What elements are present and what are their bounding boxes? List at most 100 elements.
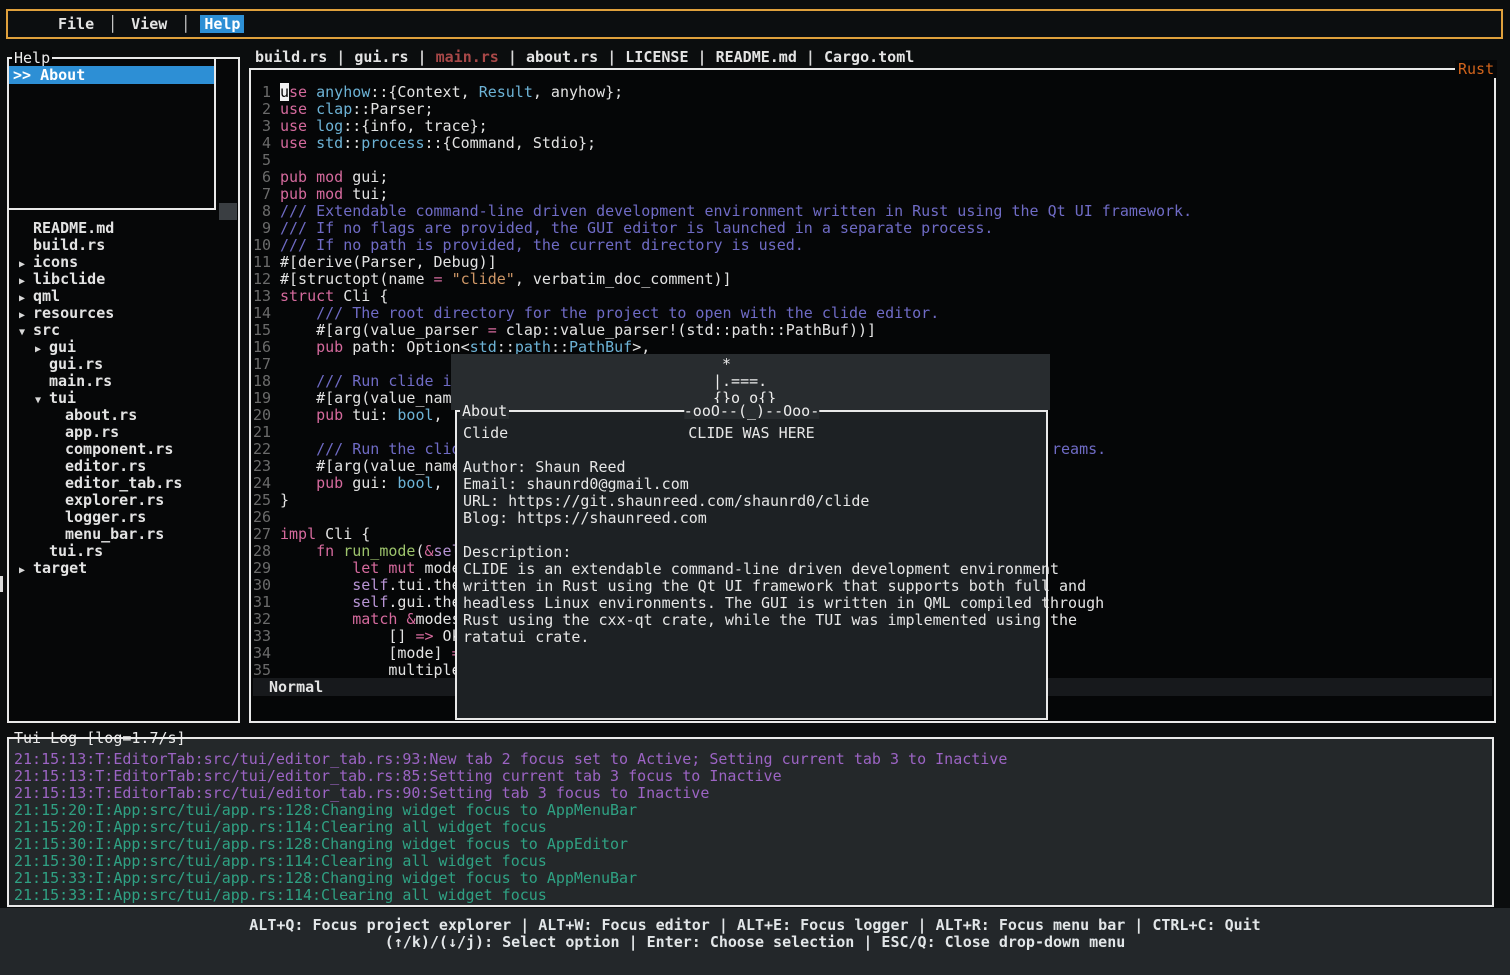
line-number: 1: [253, 84, 271, 101]
log-entry: 21:15:20:I:App:src/tui/app.rs:114:Cleari…: [14, 819, 1492, 836]
code-segment: ::{info, trace};: [343, 117, 488, 135]
tab-cargo-toml[interactable]: Cargo.toml: [824, 48, 914, 66]
tree-item-gui-rs[interactable]: gui.rs: [9, 356, 238, 373]
tree-item-label: libclide: [33, 270, 105, 288]
tree-item-editor-rs[interactable]: editor.rs: [9, 458, 238, 475]
tree-item-qml[interactable]: ▶qml: [9, 288, 238, 305]
popup-row: Description:: [463, 544, 1046, 561]
line-number: 9: [253, 220, 271, 237]
tree-item-readme-md[interactable]: README.md: [9, 220, 238, 237]
tab-separator: |: [409, 48, 436, 66]
code-line: 2use clap::Parser;: [253, 101, 1192, 118]
tab-readme-md[interactable]: README.md: [716, 48, 797, 66]
code-segment: bool: [397, 474, 433, 492]
ascii-owl-art: * |.===. {}o o{}: [713, 356, 776, 407]
code-segment: =: [488, 321, 497, 339]
file-tree: README.md build.rs▶icons▶libclide▶qml▶re…: [9, 220, 238, 577]
code-segment: [280, 610, 352, 628]
help-panel-title: Help: [12, 50, 52, 66]
tree-item-component-rs[interactable]: component.rs: [9, 441, 238, 458]
menu-item-help[interactable]: Help: [200, 15, 244, 33]
tree-scrollbar-thumb[interactable]: [0, 576, 3, 592]
line-number: 23: [253, 458, 271, 475]
tree-item-explorer-rs[interactable]: explorer.rs: [9, 492, 238, 509]
tab-separator: |: [327, 48, 354, 66]
tree-item-tui-rs[interactable]: tui.rs: [9, 543, 238, 560]
code-segment: [280, 440, 316, 458]
code-line: 6pub mod gui;: [253, 169, 1192, 186]
tab-main-rs[interactable]: main.rs: [436, 48, 499, 66]
tree-item-label: editor_tab.rs: [65, 474, 182, 492]
tree-item-app-rs[interactable]: app.rs: [9, 424, 238, 441]
tree-item-libclide[interactable]: ▶libclide: [9, 271, 238, 288]
line-number: 20: [253, 407, 271, 424]
menu-item-file[interactable]: File: [54, 15, 98, 33]
line-number: 11: [253, 254, 271, 271]
log-entry: 21:15:13:T:EditorTab:src/tui/editor_tab.…: [14, 785, 1492, 802]
line-number: 32: [253, 611, 271, 628]
tree-item-label: menu_bar.rs: [65, 525, 164, 543]
tree-item-resources[interactable]: ▶resources: [9, 305, 238, 322]
menu-bar: File│View│Help: [6, 9, 1503, 39]
code-segment: pub: [316, 406, 343, 424]
code-segment: "clide": [452, 270, 515, 288]
line-number: 14: [253, 305, 271, 322]
code-segment: []: [280, 627, 415, 645]
help-menu-item-about[interactable]: >> About: [9, 66, 214, 84]
tab-gui-rs[interactable]: gui.rs: [354, 48, 408, 66]
tree-item-gui[interactable]: ▶gui: [9, 339, 238, 356]
chevron-right-icon: ▶: [19, 562, 33, 579]
code-segment: #[arg(value_name: [280, 457, 470, 475]
code-segment: [280, 559, 352, 577]
code-segment: fn: [316, 542, 334, 560]
code-segment: use: [280, 100, 307, 118]
tree-item-target[interactable]: ▶target: [9, 560, 238, 577]
tree-item-label: editor.rs: [65, 457, 146, 475]
code-segment: gui;: [343, 168, 388, 186]
keybind-line-1: ALT+Q: Focus project explorer | ALT+W: F…: [0, 917, 1510, 934]
tree-item-src[interactable]: ▼src: [9, 322, 238, 339]
line-number: 35: [253, 662, 271, 679]
tree-item-main-rs[interactable]: main.rs: [9, 373, 238, 390]
menu-item-view[interactable]: View: [127, 15, 171, 33]
tree-item-build-rs[interactable]: build.rs: [9, 237, 238, 254]
popup-row: [463, 527, 1046, 544]
line-number: 2: [253, 101, 271, 118]
code-segment: pub: [316, 338, 343, 356]
tab-about-rs[interactable]: about.rs: [526, 48, 598, 66]
help-scrollbar-thumb[interactable]: [219, 203, 237, 220]
tree-item-menu-bar-rs[interactable]: menu_bar.rs: [9, 526, 238, 543]
tree-item-about-rs[interactable]: about.rs: [9, 407, 238, 424]
code-segment: self: [352, 593, 388, 611]
code-segment: use: [280, 134, 307, 152]
line-number: 34: [253, 645, 271, 662]
code-segment: [443, 270, 452, 288]
line-number: 16: [253, 339, 271, 356]
code-segment: /// Run the clide: [316, 440, 470, 458]
code-segment: use: [280, 117, 307, 135]
code-segment: pub: [316, 474, 343, 492]
code-segment: /// If no flags are provided, the GUI ed…: [280, 219, 993, 237]
tree-item-label: target: [33, 559, 87, 577]
clide-tui-app: File│View│Help build.rs | gui.rs | main.…: [0, 0, 1510, 975]
tree-item-icons[interactable]: ▶icons: [9, 254, 238, 271]
about-popup: About -ooO--(_)--Ooo- ClideCLIDE WAS HER…: [455, 410, 1048, 720]
tree-item-logger-rs[interactable]: logger.rs: [9, 509, 238, 526]
tab-license[interactable]: LICENSE: [625, 48, 688, 66]
log-entry: 21:15:13:T:EditorTab:src/tui/editor_tab.…: [14, 751, 1492, 768]
code-segment: Cli {: [316, 525, 370, 543]
code-overflow-fragment: reams.: [1052, 441, 1106, 458]
tree-item-tui[interactable]: ▼tui: [9, 390, 238, 407]
code-segment: [307, 134, 316, 152]
code-segment: [280, 542, 316, 560]
tree-item-label: logger.rs: [65, 508, 146, 526]
code-segment: std: [316, 134, 343, 152]
popup-row: CLIDE is an extendable command-line driv…: [463, 561, 1046, 578]
mode-label: Normal: [269, 678, 323, 696]
tab-build-rs[interactable]: build.rs: [255, 48, 327, 66]
code-segment: mut: [388, 559, 415, 577]
tree-item-editor-tab-rs[interactable]: editor_tab.rs: [9, 475, 238, 492]
code-segment: run_mode: [343, 542, 415, 560]
popup-row: ratatui crate.: [463, 629, 1046, 646]
code-segment: }: [280, 491, 289, 509]
